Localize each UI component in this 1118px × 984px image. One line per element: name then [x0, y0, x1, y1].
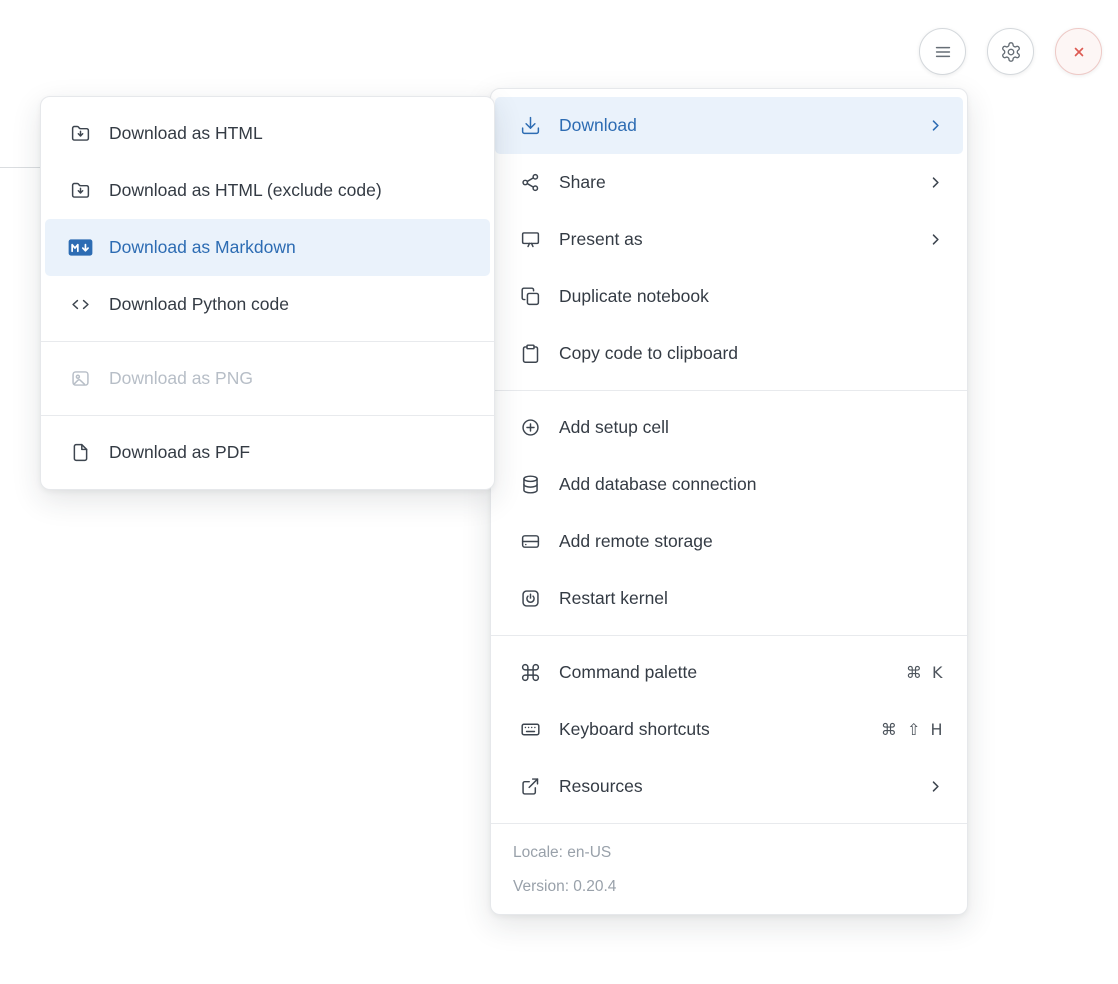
menu-item-add-database-connection[interactable]: Add database connection — [495, 456, 963, 513]
submenu-item-label: Download as PDF — [109, 442, 472, 463]
locale-text: Locale: en-US — [513, 836, 945, 870]
menu-item-add-remote-storage[interactable]: Add remote storage — [495, 513, 963, 570]
submenu-divider — [41, 415, 494, 416]
download-icon — [517, 114, 543, 138]
submenu-item-download-html-exclude-code[interactable]: Download as HTML (exclude code) — [45, 162, 490, 219]
menu-item-label: Restart kernel — [559, 588, 945, 609]
submenu-item-label: Download as HTML — [109, 123, 472, 144]
submenu-item-download-html[interactable]: Download as HTML — [45, 105, 490, 162]
version-text: Version: 0.20.4 — [513, 870, 945, 904]
external-link-icon — [517, 775, 543, 799]
chevron-right-icon — [926, 777, 945, 796]
close-icon — [1068, 41, 1090, 63]
file-icon — [67, 441, 93, 465]
shortcut-hint: ⌘ ⇧ H — [881, 720, 945, 739]
download-submenu: Download as HTML Download as HTML (exclu… — [40, 96, 495, 490]
share-icon — [517, 171, 543, 195]
notebook-page: Download Share Present as Duplicate note… — [0, 0, 1118, 984]
page-edge-line — [0, 167, 41, 168]
menu-item-label: Copy code to clipboard — [559, 343, 945, 364]
menu-item-label: Resources — [559, 776, 910, 797]
menu-item-label: Keyboard shortcuts — [559, 719, 865, 740]
window-toolbar — [919, 28, 1102, 75]
shortcut-hint: ⌘ K — [906, 663, 945, 682]
menu-item-copy-code[interactable]: Copy code to clipboard — [495, 325, 963, 382]
keyboard-icon — [517, 718, 543, 742]
menu-divider — [491, 823, 967, 824]
presentation-icon — [517, 228, 543, 252]
image-icon — [67, 367, 93, 391]
markdown-icon — [67, 236, 93, 260]
menu-divider — [491, 635, 967, 636]
menu-item-label: Duplicate notebook — [559, 286, 945, 307]
submenu-item-download-pdf[interactable]: Download as PDF — [45, 424, 490, 481]
chevron-right-icon — [926, 230, 945, 249]
menu-item-restart-kernel[interactable]: Restart kernel — [495, 570, 963, 627]
folder-download-icon — [67, 179, 93, 203]
menu-item-label: Present as — [559, 229, 910, 250]
menu-item-label: Add database connection — [559, 474, 945, 495]
folder-download-icon — [67, 122, 93, 146]
menu-item-share[interactable]: Share — [495, 154, 963, 211]
menu-item-add-setup-cell[interactable]: Add setup cell — [495, 399, 963, 456]
submenu-item-download-markdown[interactable]: Download as Markdown — [45, 219, 490, 276]
menu-item-label: Add remote storage — [559, 531, 945, 552]
close-button[interactable] — [1055, 28, 1102, 75]
menu-item-label: Download — [559, 115, 910, 136]
submenu-item-download-python[interactable]: Download Python code — [45, 276, 490, 333]
menu-item-present-as[interactable]: Present as — [495, 211, 963, 268]
notebook-menu-button[interactable] — [919, 28, 966, 75]
storage-drive-icon — [517, 530, 543, 554]
menu-item-label: Add setup cell — [559, 417, 945, 438]
menu-item-keyboard-shortcuts[interactable]: Keyboard shortcuts ⌘ ⇧ H — [495, 701, 963, 758]
menu-item-resources[interactable]: Resources — [495, 758, 963, 815]
command-icon — [517, 661, 543, 685]
chevron-right-icon — [926, 116, 945, 135]
settings-button[interactable] — [987, 28, 1034, 75]
menu-item-command-palette[interactable]: Command palette ⌘ K — [495, 644, 963, 701]
code-icon — [67, 293, 93, 317]
menu-divider — [491, 390, 967, 391]
submenu-item-label: Download Python code — [109, 294, 472, 315]
submenu-divider — [41, 341, 494, 342]
menu-item-download[interactable]: Download — [495, 97, 963, 154]
duplicate-icon — [517, 285, 543, 309]
chevron-right-icon — [926, 173, 945, 192]
clipboard-icon — [517, 342, 543, 366]
submenu-item-label: Download as PNG — [109, 368, 472, 389]
hamburger-icon — [932, 41, 954, 63]
database-icon — [517, 473, 543, 497]
notebook-actions-menu: Download Share Present as Duplicate note… — [490, 88, 968, 915]
menu-item-label: Command palette — [559, 662, 890, 683]
menu-item-duplicate-notebook[interactable]: Duplicate notebook — [495, 268, 963, 325]
power-icon — [517, 587, 543, 611]
menu-item-label: Share — [559, 172, 910, 193]
gear-icon — [1000, 41, 1022, 63]
plus-circle-icon — [517, 416, 543, 440]
submenu-item-label: Download as HTML (exclude code) — [109, 180, 472, 201]
menu-footer: Locale: en-US Version: 0.20.4 — [491, 832, 967, 906]
submenu-item-label: Download as Markdown — [109, 237, 472, 258]
submenu-item-download-png[interactable]: Download as PNG — [45, 350, 490, 407]
